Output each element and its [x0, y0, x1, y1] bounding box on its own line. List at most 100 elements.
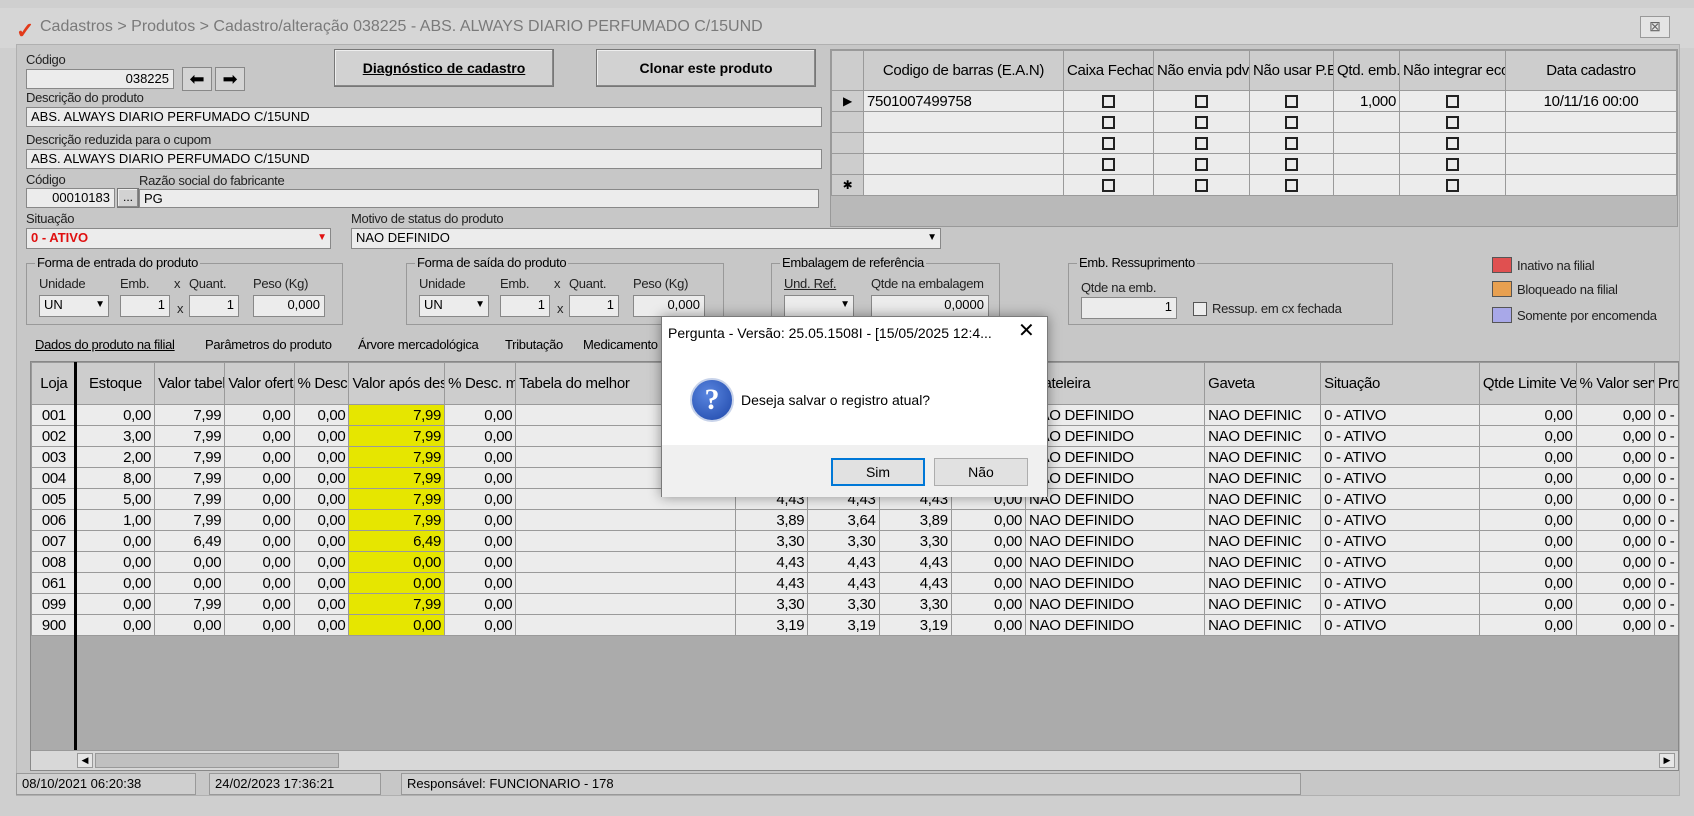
horizontal-scrollbar[interactable]: ◀ ▶: [31, 750, 1678, 770]
ean-row[interactable]: [831, 153, 1677, 175]
ean-checkbox[interactable]: [1399, 174, 1506, 196]
manufacturer-lookup-button[interactable]: ...: [117, 188, 139, 208]
ean-checkbox[interactable]: [1063, 111, 1154, 133]
col-store: Loja: [31, 362, 77, 405]
clone-product-button[interactable]: Clonar este produto: [596, 49, 816, 87]
ean-checkbox[interactable]: [1063, 174, 1154, 196]
ean-checkbox[interactable]: [1063, 132, 1154, 154]
checkbox[interactable]: [1195, 158, 1208, 172]
tab-branch-data[interactable]: Dados do produto na filial: [35, 337, 175, 352]
checkbox[interactable]: [1446, 95, 1459, 109]
status-modified: 24/02/2023 17:36:21: [209, 773, 381, 795]
checkbox[interactable]: [1195, 116, 1208, 130]
status-select[interactable]: 0 - ATIVO ▼: [26, 228, 331, 249]
scroll-right-icon[interactable]: ▶: [1659, 753, 1675, 768]
checkbox[interactable]: [1285, 95, 1298, 109]
ean-checkbox[interactable]: [1249, 132, 1334, 154]
ean-checkbox[interactable]: [1249, 153, 1334, 175]
checkbox[interactable]: [1102, 137, 1115, 151]
table-row[interactable]: 099 0,00 7,99 0,00 0,00 7,99 0,00 3,30 3,30 3,30 0…: [31, 593, 1678, 615]
ean-checkbox[interactable]: [1249, 111, 1334, 133]
diagnostic-button[interactable]: Diagnóstico de cadastro: [334, 49, 554, 87]
window-title: Cadastros > Produtos > Cadastro/alteraçã…: [40, 18, 763, 35]
checkbox[interactable]: [1102, 179, 1115, 193]
table-cell: 0,00: [950, 530, 1027, 552]
ean-checkbox[interactable]: [1249, 174, 1334, 196]
checkbox[interactable]: [1102, 116, 1115, 130]
prev-record-button[interactable]: ⬅: [182, 67, 212, 91]
table-row[interactable]: 008 0,00 0,00 0,00 0,00 0,00 0,00 4,43 4,43 4,43 0…: [31, 551, 1678, 573]
ean-checkbox[interactable]: [1399, 132, 1506, 154]
ean-checkbox[interactable]: [1153, 153, 1250, 175]
reason-select[interactable]: NAO DEFINIDO ▼: [351, 228, 941, 249]
entrada-quant-field[interactable]: 1: [189, 295, 239, 317]
legend-blocked-label: Bloqueado na filial: [1517, 282, 1618, 297]
tab-medication[interactable]: Medicamento: [583, 337, 658, 352]
tab-parameters[interactable]: Parâmetros do produto: [205, 337, 332, 352]
checkbox[interactable]: [1446, 158, 1459, 172]
table-row[interactable]: 006 1,00 7,99 0,00 0,00 7,99 0,00 3,89 3,64 3,89 0…: [31, 509, 1678, 531]
table-cell: 0,00: [444, 572, 517, 594]
table-cell: 099: [31, 593, 77, 615]
manufacturer-code-field[interactable]: 00010183: [26, 188, 115, 208]
entrada-unit-select[interactable]: UN ▼: [39, 295, 109, 317]
resupply-checkbox[interactable]: [1193, 302, 1207, 316]
table-cell: 0 - ATIVO: [1320, 446, 1480, 468]
table-row[interactable]: 900 0,00 0,00 0,00 0,00 0,00 0,00 3,19 3,19 3,19 0…: [31, 614, 1678, 636]
ean-row[interactable]: [831, 132, 1677, 154]
ean-checkbox[interactable]: [1153, 132, 1250, 154]
checkbox[interactable]: [1102, 95, 1115, 109]
saida-unit-select[interactable]: UN ▼: [419, 295, 489, 317]
entrada-weight-field[interactable]: 0,000: [253, 295, 325, 317]
yes-button[interactable]: Sim: [831, 458, 925, 486]
checkbox[interactable]: [1446, 116, 1459, 130]
ref-unit-select[interactable]: ▼: [784, 295, 854, 317]
col-service-value: % Valor serviço: [1575, 362, 1655, 405]
saida-weight-field[interactable]: 0,000: [633, 295, 705, 317]
ean-checkbox[interactable]: [1153, 111, 1250, 133]
checkbox[interactable]: [1285, 158, 1298, 172]
scrollbar-thumb[interactable]: [95, 753, 339, 768]
table-row[interactable]: 061 0,00 0,00 0,00 0,00 0,00 0,00 4,43 4,43 4,43 0…: [31, 572, 1678, 594]
ean-checkbox[interactable]: [1399, 153, 1506, 175]
manufacturer-name-field[interactable]: PG: [139, 189, 819, 208]
table-cell: 3,64: [807, 509, 880, 531]
ean-checkbox[interactable]: [1399, 111, 1506, 133]
saida-quant-field[interactable]: 1: [569, 295, 619, 317]
product-code-field[interactable]: 038225: [26, 69, 174, 89]
checkbox[interactable]: [1285, 116, 1298, 130]
ean-checkbox[interactable]: [1249, 90, 1334, 112]
ean-checkbox[interactable]: [1063, 153, 1154, 175]
ean-checkbox[interactable]: [1063, 90, 1154, 112]
checkbox[interactable]: [1195, 95, 1208, 109]
checkbox[interactable]: [1285, 179, 1298, 193]
next-record-button[interactable]: ➡: [215, 67, 245, 91]
ean-checkbox[interactable]: [1153, 90, 1250, 112]
checkbox[interactable]: [1195, 137, 1208, 151]
ean-row[interactable]: ▶ 7501007499758 1,000 10/11/16 00:00: [831, 90, 1677, 112]
no-button[interactable]: Não: [934, 458, 1028, 486]
entrada-emb-field[interactable]: 1: [120, 295, 170, 317]
resupply-qty-field[interactable]: 1: [1081, 297, 1177, 319]
checkbox[interactable]: [1195, 179, 1208, 193]
checkbox[interactable]: [1446, 179, 1459, 193]
ref-qty-field[interactable]: 0,0000: [871, 295, 989, 317]
tab-taxation[interactable]: Tributação: [505, 337, 563, 352]
ean-header-box: Caixa Fechada: [1063, 50, 1154, 91]
dialog-close-icon[interactable]: ✕: [1018, 321, 1035, 341]
ean-checkbox[interactable]: [1153, 174, 1250, 196]
ean-row[interactable]: ✱: [831, 174, 1677, 196]
ean-checkbox[interactable]: [1399, 90, 1506, 112]
scroll-left-icon[interactable]: ◀: [77, 753, 93, 768]
description-field[interactable]: ABS. ALWAYS DIARIO PERFUMADO C/15UND: [26, 107, 822, 127]
table-cell: 0,00: [224, 488, 295, 510]
window-close-button[interactable]: ⊠: [1640, 16, 1670, 38]
saida-emb-field[interactable]: 1: [500, 295, 550, 317]
checkbox[interactable]: [1285, 137, 1298, 151]
short-description-field[interactable]: ABS. ALWAYS DIARIO PERFUMADO C/15UND: [26, 149, 822, 169]
tab-category-tree[interactable]: Árvore mercadológica: [358, 337, 479, 352]
ean-row[interactable]: [831, 111, 1677, 133]
checkbox[interactable]: [1102, 158, 1115, 172]
table-row[interactable]: 007 0,00 6,49 0,00 0,00 6,49 0,00 3,30 3,30 3,30 0…: [31, 530, 1678, 552]
checkbox[interactable]: [1446, 137, 1459, 151]
